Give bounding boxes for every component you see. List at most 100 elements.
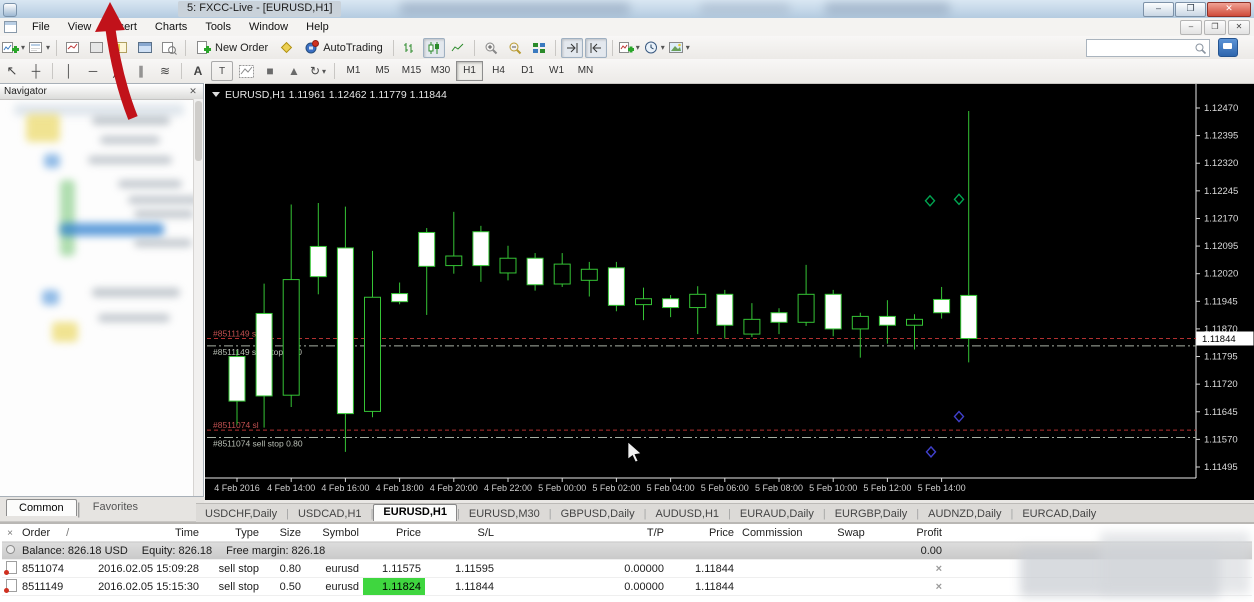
crosshair-tool[interactable]: ┼ <box>25 61 47 81</box>
chart-canvas[interactable]: EURUSD,H1 1.11961 1.12462 1.11779 1.1184… <box>205 84 1254 500</box>
triangle-tool[interactable]: ▲ <box>283 61 305 81</box>
column-header-type[interactable]: Type <box>203 524 263 542</box>
close-icon[interactable]: ✕ <box>187 86 199 97</box>
column-header-time[interactable]: Time <box>70 524 203 542</box>
search-input[interactable] <box>1087 41 1194 55</box>
chart-tab-audusd-h1[interactable]: AUDUSD,H1 <box>646 508 728 520</box>
timeframe-w1[interactable]: W1 <box>543 61 570 81</box>
arrows-tool[interactable]: ↻▾ <box>307 61 329 81</box>
order-line[interactable]: #8511149 sl <box>207 328 1196 338</box>
periods-button[interactable]: ▾ <box>643 38 666 58</box>
scrollbar-thumb[interactable] <box>195 101 202 161</box>
menu-charts[interactable]: Charts <box>146 19 196 35</box>
column-header-price[interactable]: Price <box>363 524 425 542</box>
chart-tab-gbpusd-daily[interactable]: GBPUSD,Daily <box>552 508 644 520</box>
data-window-button[interactable] <box>86 38 108 58</box>
text-label-tool[interactable]: T <box>211 61 233 81</box>
column-header-order[interactable]: Order/ <box>18 524 70 542</box>
mdi-close-button[interactable]: ✕ <box>1228 20 1250 35</box>
close-terminal-button[interactable]: × <box>2 524 18 542</box>
diamond-marker[interactable] <box>955 194 964 204</box>
order-line[interactable]: #8511074 sell stop 0.80 <box>207 438 1196 449</box>
timeframe-m5[interactable]: M5 <box>369 61 396 81</box>
terminal-panel-button[interactable] <box>134 38 156 58</box>
trendline-tool[interactable]: ╱ <box>106 61 128 81</box>
diamond-marker[interactable] <box>926 196 935 206</box>
close-button[interactable]: ✕ <box>1207 2 1251 17</box>
menu-help[interactable]: Help <box>297 19 338 35</box>
column-header-size[interactable]: Size <box>263 524 305 542</box>
diamond-marker[interactable] <box>955 412 964 422</box>
close-order-button[interactable]: × <box>936 581 942 593</box>
navigator-tab-common[interactable]: Common <box>6 499 77 516</box>
chart-tab-eurusd-m30[interactable]: EURUSD,M30 <box>460 508 549 520</box>
market-watch-button[interactable] <box>62 38 84 58</box>
chart-tab-eurgbp-daily[interactable]: EURGBP,Daily <box>826 508 917 520</box>
profiles-button[interactable]: ▾ <box>28 38 51 58</box>
navigator-tab-favorites[interactable]: Favorites <box>81 499 150 515</box>
line-chart-button[interactable] <box>447 38 469 58</box>
navigator-button[interactable] <box>110 38 132 58</box>
alerts-icon[interactable] <box>275 38 297 58</box>
auto-scroll-button[interactable] <box>561 38 583 58</box>
chart-tab-audnzd-daily[interactable]: AUDNZD,Daily <box>919 508 1010 520</box>
templates-button[interactable]: ▾ <box>668 38 691 58</box>
new-order-button[interactable]: New Order <box>190 40 274 56</box>
vertical-line-tool[interactable]: │ <box>58 61 80 81</box>
candlestick-chart-button[interactable] <box>423 38 445 58</box>
community-icon[interactable] <box>1218 38 1238 57</box>
tile-windows-button[interactable] <box>528 38 550 58</box>
timeframe-mn[interactable]: MN <box>572 61 599 81</box>
text-tool[interactable]: A <box>187 61 209 81</box>
timeframe-h4[interactable]: H4 <box>485 61 512 81</box>
column-header-profit[interactable]: Profit <box>900 524 946 542</box>
indicators-button[interactable]: ▾ <box>618 38 641 58</box>
navigator-scrollbar[interactable] <box>193 99 203 496</box>
search-icon[interactable] <box>1194 42 1207 55</box>
drawing-preview-icon[interactable] <box>235 61 257 81</box>
menu-window[interactable]: Window <box>240 19 297 35</box>
order-row[interactable]: 85110742016.02.05 15:09:28sell stop0.80e… <box>2 560 1252 578</box>
symbol-dropdown-icon[interactable] <box>212 92 220 97</box>
zoom-in-button[interactable] <box>480 38 502 58</box>
column-header-commission[interactable]: Commission <box>738 524 802 542</box>
channel-tool[interactable]: ∥ <box>130 61 152 81</box>
bar-chart-button[interactable] <box>399 38 421 58</box>
horizontal-line-tool[interactable]: ─ <box>82 61 104 81</box>
chart-tab-usdchf-daily[interactable]: USDCHF,Daily <box>196 508 286 520</box>
timeframe-h1[interactable]: H1 <box>456 61 483 81</box>
chart-tab-eurcad-daily[interactable]: EURCAD,Daily <box>1013 508 1105 520</box>
timeframe-m15[interactable]: M15 <box>398 61 425 81</box>
fibonacci-tool[interactable]: ≋ <box>154 61 176 81</box>
zoom-out-button[interactable] <box>504 38 526 58</box>
minimize-button[interactable]: – <box>1143 2 1174 17</box>
mdi-minimize-button[interactable]: – <box>1180 20 1202 35</box>
order-row[interactable]: 85111492016.02.05 15:15:30sell stop0.50e… <box>2 578 1252 596</box>
timeframe-d1[interactable]: D1 <box>514 61 541 81</box>
column-header-price[interactable]: Price <box>668 524 738 542</box>
order-line[interactable]: #8511149 sell stop 0.50 <box>207 346 1196 357</box>
autotrading-button[interactable]: AutoTrading <box>298 39 389 56</box>
menu-view[interactable]: View <box>59 19 101 35</box>
menu-tools[interactable]: Tools <box>196 19 240 35</box>
rectangle-tool[interactable]: ■ <box>259 61 281 81</box>
chart-tab-eurusd-h1[interactable]: EURUSD,H1 <box>373 504 457 521</box>
column-header-symbol[interactable]: Symbol <box>305 524 363 542</box>
menu-file[interactable]: File <box>23 19 59 35</box>
column-header-t-p[interactable]: T/P <box>498 524 668 542</box>
chart-shift-button[interactable] <box>585 38 607 58</box>
timeframe-m1[interactable]: M1 <box>340 61 367 81</box>
mdi-restore-button[interactable]: ❐ <box>1204 20 1226 35</box>
new-chart-button[interactable]: ▾ <box>1 38 26 58</box>
close-order-button[interactable]: × <box>936 563 942 575</box>
column-header-s-l[interactable]: S/L <box>425 524 498 542</box>
chart-tab-usdcad-h1[interactable]: USDCAD,H1 <box>289 508 371 520</box>
restore-button[interactable]: ❐ <box>1175 2 1206 17</box>
cursor-tool[interactable]: ↖ <box>1 61 23 81</box>
chart-tab-euraud-daily[interactable]: EURAUD,Daily <box>731 508 823 520</box>
diamond-marker[interactable] <box>927 447 936 457</box>
menu-insert[interactable]: Insert <box>100 19 146 35</box>
strategy-tester-button[interactable] <box>158 38 180 58</box>
timeframe-m30[interactable]: M30 <box>427 61 454 81</box>
column-header-swap[interactable]: Swap <box>802 524 900 542</box>
